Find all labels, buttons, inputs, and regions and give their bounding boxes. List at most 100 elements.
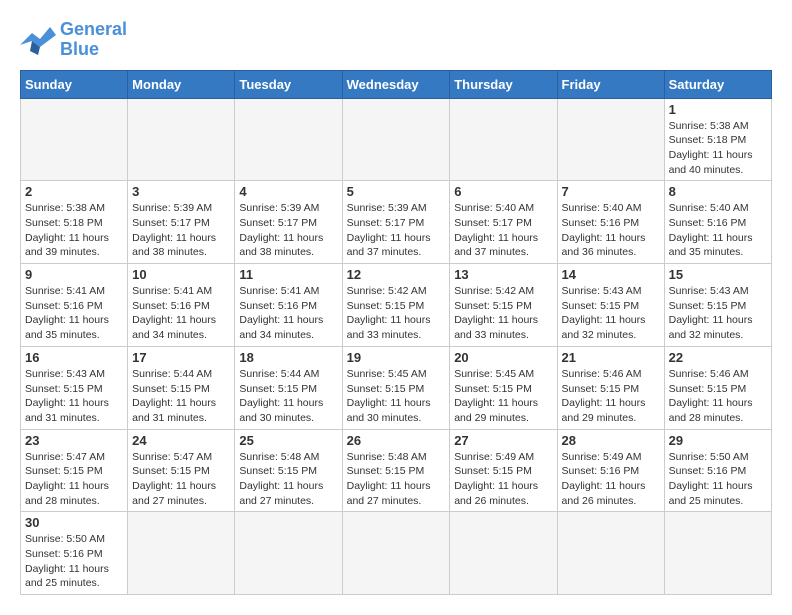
calendar-cell [128, 98, 235, 181]
day-number: 30 [25, 515, 123, 530]
day-info: Sunrise: 5:48 AM Sunset: 5:15 PM Dayligh… [239, 450, 337, 509]
day-number: 25 [239, 433, 337, 448]
calendar-cell [21, 98, 128, 181]
day-info: Sunrise: 5:41 AM Sunset: 5:16 PM Dayligh… [25, 284, 123, 343]
day-info: Sunrise: 5:39 AM Sunset: 5:17 PM Dayligh… [347, 201, 446, 260]
day-number: 26 [347, 433, 446, 448]
week-row-4: 16 Sunrise: 5:43 AM Sunset: 5:15 PM Dayli… [21, 346, 772, 429]
day-number: 17 [132, 350, 230, 365]
calendar-cell: 9 Sunrise: 5:41 AM Sunset: 5:16 PM Daylig… [21, 264, 128, 347]
day-number: 21 [562, 350, 660, 365]
day-info: Sunrise: 5:48 AM Sunset: 5:15 PM Dayligh… [347, 450, 446, 509]
calendar-cell: 4 Sunrise: 5:39 AM Sunset: 5:17 PM Daylig… [235, 181, 342, 264]
logo-text: General Blue [60, 20, 127, 60]
day-number: 27 [454, 433, 552, 448]
day-number: 10 [132, 267, 230, 282]
calendar-cell [450, 512, 557, 595]
day-number: 29 [669, 433, 767, 448]
day-info: Sunrise: 5:40 AM Sunset: 5:16 PM Dayligh… [562, 201, 660, 260]
calendar-table: SundayMondayTuesdayWednesdayThursdayFrid… [20, 70, 772, 596]
day-info: Sunrise: 5:41 AM Sunset: 5:16 PM Dayligh… [132, 284, 230, 343]
calendar-cell: 1 Sunrise: 5:38 AM Sunset: 5:18 PM Daylig… [664, 98, 771, 181]
calendar-cell: 7 Sunrise: 5:40 AM Sunset: 5:16 PM Daylig… [557, 181, 664, 264]
day-info: Sunrise: 5:45 AM Sunset: 5:15 PM Dayligh… [347, 367, 446, 426]
day-info: Sunrise: 5:50 AM Sunset: 5:16 PM Dayligh… [669, 450, 767, 509]
calendar-cell: 8 Sunrise: 5:40 AM Sunset: 5:16 PM Daylig… [664, 181, 771, 264]
day-number: 24 [132, 433, 230, 448]
calendar-cell: 20Sunrise: 5:45 AM Sunset: 5:15 PM Dayli… [450, 346, 557, 429]
calendar-cell: 10 Sunrise: 5:41 AM Sunset: 5:16 PM Dayli… [128, 264, 235, 347]
weekday-header-thursday: Thursday [450, 70, 557, 98]
calendar-cell: 12 Sunrise: 5:42 AM Sunset: 5:15 PM Dayli… [342, 264, 450, 347]
weekday-header-wednesday: Wednesday [342, 70, 450, 98]
day-number: 1 [669, 102, 767, 117]
day-info: Sunrise: 5:43 AM Sunset: 5:15 PM Dayligh… [562, 284, 660, 343]
calendar-cell [235, 98, 342, 181]
calendar-cell: 2Sunrise: 5:38 AM Sunset: 5:18 PM Daylig… [21, 181, 128, 264]
calendar-cell [557, 98, 664, 181]
weekday-header-monday: Monday [128, 70, 235, 98]
day-info: Sunrise: 5:38 AM Sunset: 5:18 PM Dayligh… [669, 119, 767, 178]
calendar-cell: 30 Sunrise: 5:50 AM Sunset: 5:16 PM Dayli… [21, 512, 128, 595]
calendar-cell: 25 Sunrise: 5:48 AM Sunset: 5:15 PM Dayli… [235, 429, 342, 512]
day-info: Sunrise: 5:47 AM Sunset: 5:15 PM Dayligh… [25, 450, 123, 509]
logo-general: General [60, 19, 127, 39]
calendar-cell: 27 Sunrise: 5:49 AM Sunset: 5:15 PM Dayli… [450, 429, 557, 512]
day-number: 9 [25, 267, 123, 282]
calendar-cell: 13Sunrise: 5:42 AM Sunset: 5:15 PM Dayli… [450, 264, 557, 347]
calendar-cell: 28 Sunrise: 5:49 AM Sunset: 5:16 PM Dayli… [557, 429, 664, 512]
calendar-cell [342, 98, 450, 181]
day-info: Sunrise: 5:47 AM Sunset: 5:15 PM Dayligh… [132, 450, 230, 509]
day-number: 19 [347, 350, 446, 365]
calendar-cell [450, 98, 557, 181]
calendar-cell: 17 Sunrise: 5:44 AM Sunset: 5:15 PM Dayli… [128, 346, 235, 429]
day-info: Sunrise: 5:45 AM Sunset: 5:15 PM Dayligh… [454, 367, 552, 426]
day-number: 8 [669, 184, 767, 199]
day-number: 28 [562, 433, 660, 448]
weekday-header-tuesday: Tuesday [235, 70, 342, 98]
weekday-header-row: SundayMondayTuesdayWednesdayThursdayFrid… [21, 70, 772, 98]
day-info: Sunrise: 5:46 AM Sunset: 5:15 PM Dayligh… [669, 367, 767, 426]
day-number: 16 [25, 350, 123, 365]
day-info: Sunrise: 5:44 AM Sunset: 5:15 PM Dayligh… [132, 367, 230, 426]
week-row-3: 9 Sunrise: 5:41 AM Sunset: 5:16 PM Daylig… [21, 264, 772, 347]
calendar-cell: 3 Sunrise: 5:39 AM Sunset: 5:17 PM Daylig… [128, 181, 235, 264]
day-number: 3 [132, 184, 230, 199]
day-info: Sunrise: 5:40 AM Sunset: 5:16 PM Dayligh… [669, 201, 767, 260]
calendar-cell [557, 512, 664, 595]
calendar-cell: 21 Sunrise: 5:46 AM Sunset: 5:15 PM Dayli… [557, 346, 664, 429]
day-info: Sunrise: 5:44 AM Sunset: 5:15 PM Dayligh… [239, 367, 337, 426]
weekday-header-friday: Friday [557, 70, 664, 98]
calendar-cell: 6Sunrise: 5:40 AM Sunset: 5:17 PM Daylig… [450, 181, 557, 264]
day-number: 7 [562, 184, 660, 199]
day-info: Sunrise: 5:42 AM Sunset: 5:15 PM Dayligh… [347, 284, 446, 343]
day-number: 14 [562, 267, 660, 282]
day-number: 12 [347, 267, 446, 282]
day-info: Sunrise: 5:39 AM Sunset: 5:17 PM Dayligh… [239, 201, 337, 260]
day-info: Sunrise: 5:39 AM Sunset: 5:17 PM Dayligh… [132, 201, 230, 260]
day-number: 23 [25, 433, 123, 448]
day-info: Sunrise: 5:43 AM Sunset: 5:15 PM Dayligh… [669, 284, 767, 343]
day-info: Sunrise: 5:41 AM Sunset: 5:16 PM Dayligh… [239, 284, 337, 343]
calendar-cell: 22Sunrise: 5:46 AM Sunset: 5:15 PM Dayli… [664, 346, 771, 429]
day-info: Sunrise: 5:49 AM Sunset: 5:15 PM Dayligh… [454, 450, 552, 509]
day-number: 15 [669, 267, 767, 282]
day-info: Sunrise: 5:43 AM Sunset: 5:15 PM Dayligh… [25, 367, 123, 426]
day-info: Sunrise: 5:49 AM Sunset: 5:16 PM Dayligh… [562, 450, 660, 509]
logo: General Blue [20, 20, 127, 60]
calendar-cell: 26 Sunrise: 5:48 AM Sunset: 5:15 PM Dayli… [342, 429, 450, 512]
day-info: Sunrise: 5:50 AM Sunset: 5:16 PM Dayligh… [25, 532, 123, 591]
calendar-cell: 24 Sunrise: 5:47 AM Sunset: 5:15 PM Dayli… [128, 429, 235, 512]
logo-icon [20, 25, 56, 55]
day-info: Sunrise: 5:40 AM Sunset: 5:17 PM Dayligh… [454, 201, 552, 260]
calendar-cell: 16 Sunrise: 5:43 AM Sunset: 5:15 PM Dayli… [21, 346, 128, 429]
calendar-cell: 19 Sunrise: 5:45 AM Sunset: 5:15 PM Dayli… [342, 346, 450, 429]
day-number: 4 [239, 184, 337, 199]
calendar-cell [235, 512, 342, 595]
day-info: Sunrise: 5:46 AM Sunset: 5:15 PM Dayligh… [562, 367, 660, 426]
calendar-cell [342, 512, 450, 595]
day-number: 18 [239, 350, 337, 365]
day-number: 5 [347, 184, 446, 199]
day-number: 13 [454, 267, 552, 282]
calendar-cell [128, 512, 235, 595]
